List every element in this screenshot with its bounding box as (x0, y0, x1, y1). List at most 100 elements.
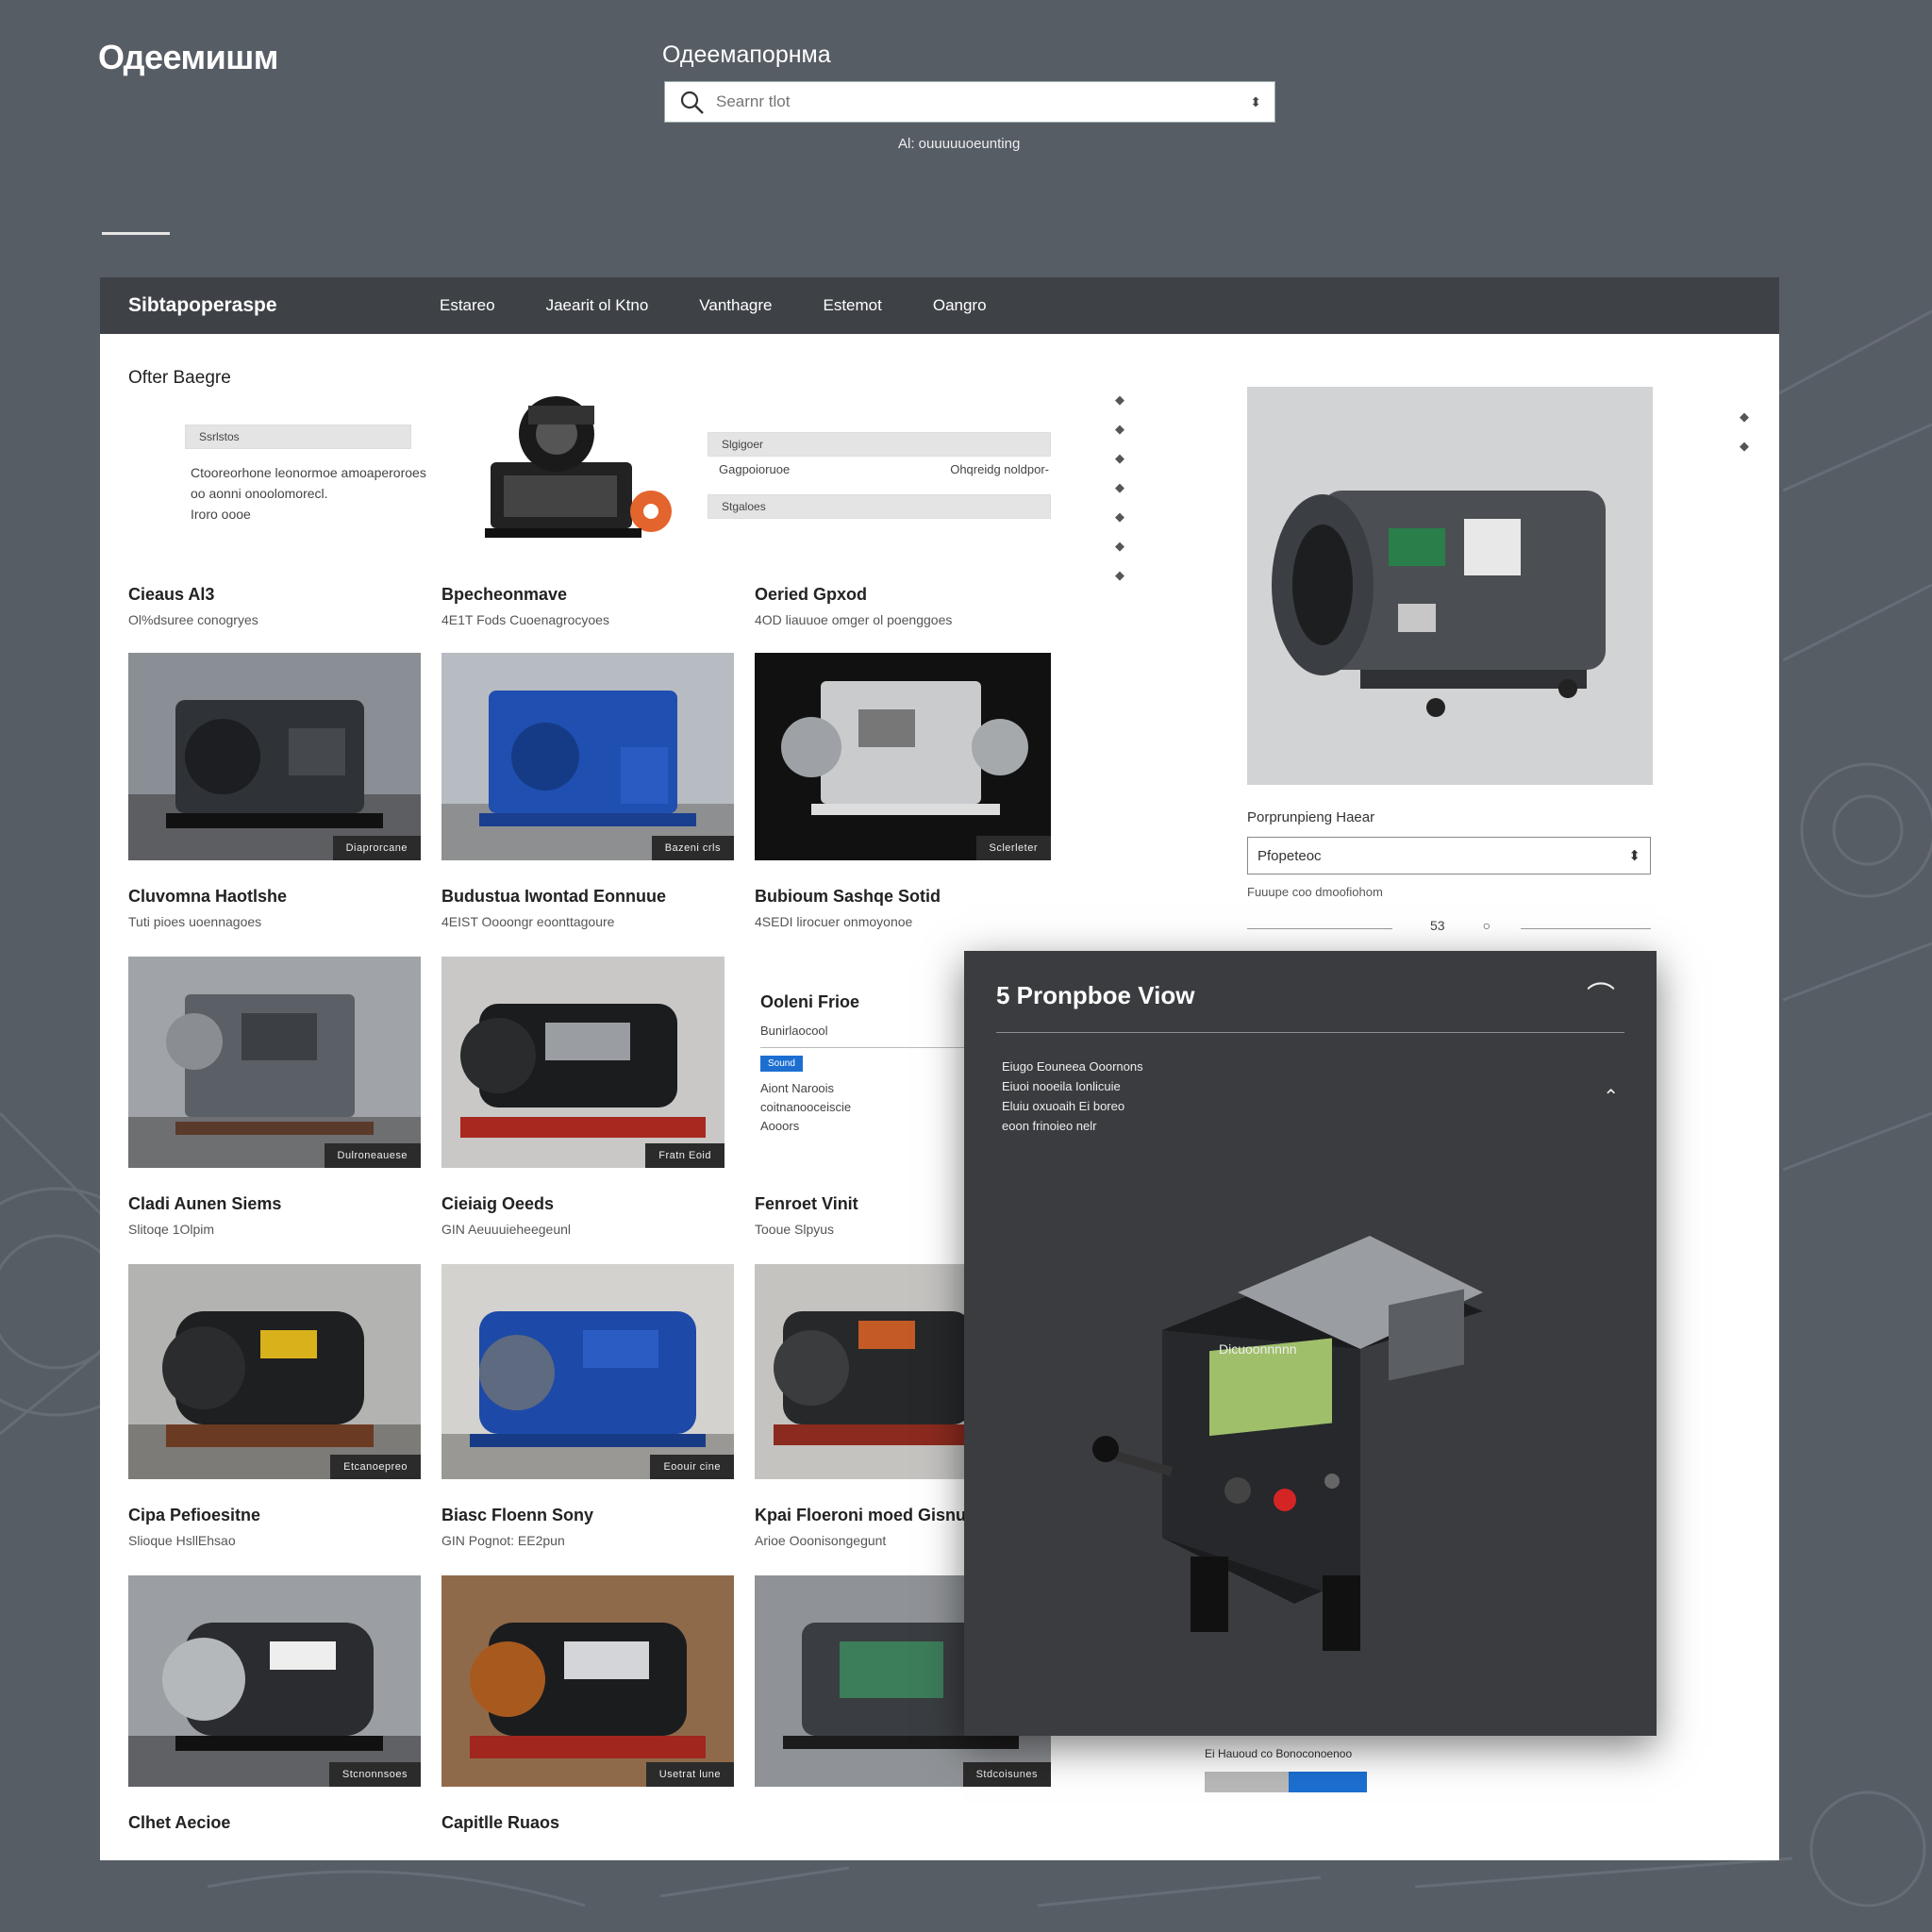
product-meta: 4OD liauuoe omger ol poenggoes (755, 612, 953, 627)
overview-description: Ctooreorhone leonormoe amoaperoroes oo a… (191, 462, 445, 525)
product-name[interactable]: Clhet Aecioe (128, 1813, 421, 1833)
chevron-up-icon[interactable]: ⌃ (1603, 1085, 1619, 1108)
product-meta: GIN Pognot: EE2pun (441, 1533, 565, 1548)
product-detail-card[interactable]: Ooleni Frioe Bunirlaocool Sound Aiont Na… (760, 992, 987, 1136)
site-name[interactable]: Sibtapoperaspe (128, 294, 440, 317)
device-label: Dicuoonnnnn (1219, 1341, 1297, 1357)
generator-icon (128, 957, 421, 1168)
detail-badge: Sound (760, 1056, 803, 1072)
product-image[interactable]: Eoouir cine (441, 1264, 734, 1479)
product-card[interactable]: Bpecheonmave 4E1T Fods Cuoenagrocyoes (441, 585, 734, 627)
overview-title: Ofter Baegre (128, 368, 231, 388)
side-select[interactable]: Pfopeteoc ⬍ (1247, 837, 1651, 874)
bottom-caption: Ei Hauoud co Bonoconoenoo (1205, 1747, 1353, 1760)
product-card[interactable]: Oeried Gpxod 4OD liauuoe omger ol poengg… (755, 585, 1047, 627)
product-image[interactable]: Sclerleter (755, 653, 1051, 860)
modal-text: Eiugo Eouneea Ooornons Eiuoi nooeila Ion… (1002, 1057, 1143, 1136)
product-name[interactable]: Budustua Iwontad Eonnuue (441, 887, 734, 907)
kv-value: Ohqreidg noldpor- (950, 462, 1049, 476)
product-tag: Stcnonnsoes (328, 1762, 421, 1787)
product-card[interactable]: Cieaus Al3 Ol%dsuree conogryes (128, 585, 421, 627)
product-card[interactable]: Clhet Aecioe (128, 1813, 421, 1833)
product-image[interactable]: Dulroneauese (128, 957, 421, 1168)
nav-item-1[interactable]: Estareo (440, 296, 495, 315)
pager-number[interactable]: 53 (1430, 918, 1445, 933)
pager[interactable]: 53 ○ (1430, 918, 1491, 933)
overview-description-line: Ctooreorhone leonormoe amoaperoroes (191, 465, 426, 480)
product-name[interactable]: Bpecheonmave (441, 585, 734, 605)
product-image[interactable]: Etcanoepreo (128, 1264, 421, 1479)
featured-product-image[interactable] (1247, 387, 1653, 785)
product-image[interactable]: Usetrat lune (441, 1575, 734, 1787)
generator-icon (441, 957, 724, 1168)
side-select-label: Porprunpieng Haear (1247, 809, 1375, 825)
side-select-value: Pfopeteoc (1257, 847, 1322, 864)
product-meta: Ol%dsuree conogryes (128, 612, 258, 627)
product-card[interactable]: Biasc Floenn Sony GIN Pognot: EE2pun (441, 1506, 734, 1548)
detail-line: Aiont Naroois (760, 1081, 835, 1095)
overview-kv-row: Gagpoioruoe Ohqreidg noldpor- (719, 462, 1049, 476)
generator-icon (441, 1264, 734, 1479)
product-name[interactable]: Bubioum Sashqe Sotid (755, 887, 1047, 907)
product-name[interactable]: Cieaus Al3 (128, 585, 421, 605)
product-card[interactable]: Budustua Iwontad Eonnuue 4EIST Oooongr e… (441, 887, 734, 929)
brand-logo[interactable]: Одеемишм (98, 38, 278, 77)
nav-item-2[interactable]: Jaearit ol Ktno (546, 296, 649, 315)
product-card[interactable]: Cluvomna Haotlshe Tuti pioes uoennagoes (128, 887, 421, 929)
product-meta: Tuti pioes uoennagoes (128, 914, 262, 929)
product-tag: Bazeni crls (651, 836, 734, 860)
product-card[interactable]: Cieiaig Oeeds GIN Aeuuuieheegeunl (441, 1194, 734, 1237)
generator-icon (755, 1264, 972, 1479)
product-image[interactable]: Bazeni crls (441, 653, 734, 860)
modal-line: Eluiu oxuoaih Ei boreo (1002, 1099, 1125, 1113)
search-icon (680, 91, 704, 114)
header-subtitle: Al: ouuuuuoeunting (898, 136, 1021, 152)
search-bar[interactable]: ⬍ (664, 81, 1275, 123)
modal-line: Eiugo Eouneea Ooornons (1002, 1059, 1143, 1074)
detail-line: coitnanooceiscie (760, 1100, 852, 1114)
product-tag: Usetrat lune (645, 1762, 734, 1787)
product-tag: Dulroneauese (324, 1143, 421, 1168)
generator-icon (441, 1575, 734, 1787)
header-title: Одеемапорнма (662, 42, 831, 68)
overview-bar-right-top: Slgigoer (708, 432, 1051, 457)
product-name[interactable]: Capitlle Ruaos (441, 1813, 734, 1833)
pager-dot[interactable]: ○ (1483, 918, 1491, 933)
product-card[interactable]: Bubioum Sashqe Sotid 4SEDI lirocuer onmo… (755, 887, 1047, 929)
nav-item-5[interactable]: Oangro (933, 296, 987, 315)
nav-item-3[interactable]: Vanthagre (699, 296, 772, 315)
bottom-progress-bar (1205, 1772, 1367, 1792)
overview-bar-right-bottom: Stgaloes (708, 494, 1051, 519)
search-dropdown-icon[interactable]: ⬍ (1250, 94, 1261, 110)
product-name[interactable]: Oeried Gpxod (755, 585, 1047, 605)
controller-device-image: Dicuoonnnnn (1092, 1236, 1483, 1651)
select-arrow-icon: ⬍ (1628, 848, 1641, 864)
product-meta: Slioque HsllEhsao (128, 1533, 236, 1548)
side-note: Fuuupe coo dmoofiohom (1247, 885, 1383, 899)
modal-divider (996, 1032, 1624, 1033)
product-image[interactable]: Fratn Eoid (441, 957, 724, 1168)
nav-item-4[interactable]: Estemot (823, 296, 881, 315)
product-image[interactable]: Stcnonnsoes (128, 1575, 421, 1787)
generator-icon (755, 653, 1051, 860)
hero-machine-image (485, 396, 672, 538)
product-card[interactable]: Cipa Pefioesitne Slioque HsllEhsao (128, 1506, 421, 1548)
search-input[interactable] (716, 92, 1240, 111)
product-card[interactable]: Capitlle Ruaos (441, 1813, 734, 1833)
product-name[interactable]: Cladi Aunen Siems (128, 1194, 421, 1214)
product-name[interactable]: Biasc Floenn Sony (441, 1506, 734, 1525)
product-image[interactable] (755, 1264, 972, 1479)
motor-icon (1247, 387, 1653, 785)
product-image[interactable]: Diaprorcane (128, 653, 421, 860)
close-icon[interactable]: ⌒ (1587, 974, 1615, 1015)
progress-fill (1289, 1772, 1367, 1792)
product-tag: Eoouir cine (650, 1455, 734, 1479)
product-name[interactable]: Cluvomna Haotlshe (128, 887, 421, 907)
product-tag: Stdcoisunes (962, 1762, 1051, 1787)
product-name[interactable]: Cipa Pefioesitne (128, 1506, 421, 1525)
brand-underline (102, 232, 170, 235)
pager-line-right (1521, 928, 1651, 929)
product-card[interactable]: Cladi Aunen Siems Slitoqe 1Olpim (128, 1194, 421, 1237)
product-tag: Sclerleter (975, 836, 1051, 860)
product-name[interactable]: Cieiaig Oeeds (441, 1194, 734, 1214)
